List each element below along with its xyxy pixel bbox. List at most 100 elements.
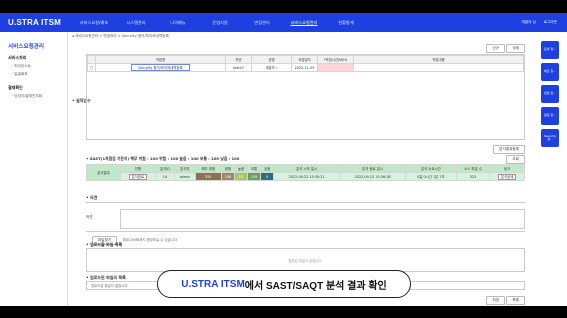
menu-item-service-manage[interactable]: 서비스요청관리 <box>288 20 320 26</box>
sidebar-item-approver[interactable]: · 담당자/결재선조회 <box>12 94 67 99</box>
table-row: 분석완료 14 admin 255 106 15 159 0 2022-09-2… <box>87 172 525 181</box>
sast-col-status: 진행 <box>120 164 156 173</box>
sast-button-bar: 분석결과등록 <box>86 145 525 154</box>
col-header-person: 성명 <box>251 55 292 64</box>
sast-status-cell[interactable]: 분석완료 <box>120 172 156 181</box>
work-table-header: 작업명 차반 성명 작업일자 *작업시간(M/H) 작업내용 <box>87 55 524 64</box>
col-header-date: 작업일자 <box>291 55 318 64</box>
sast-col-end: 분석 종료 일시 <box>339 164 407 173</box>
attach-hint: 최대 20MB까지 첨부하실 수 있습니다. <box>122 238 179 242</box>
quick-tab-change[interactable]: 변경 정... <box>541 85 559 103</box>
sast-col-normal: 보통 <box>246 164 262 173</box>
upload-empty-text: 첨부된 파일이 없습니다. <box>288 258 323 263</box>
sast-table: 분석결과 진행 분석ID 분석자 해무 위험 위험 높음 보통 낮음 분석 시작… <box>86 164 525 181</box>
work-table-panel: 작업명 차반 성명 작업일자 *작업시간(M/H) 작업내용 □ Securit… <box>86 54 525 140</box>
sast-low-cell: 0 <box>260 172 275 181</box>
save-button[interactable]: 저장 <box>486 296 506 305</box>
top-nav: U.STRA ITSM 서비스요청/배포 시스템관리 나의메뉴 운영지원 변경관… <box>0 13 567 32</box>
sast-table-panel: 분석결과 진행 분석ID 분석자 해무 위험 위험 높음 보통 낮음 분석 시작… <box>86 164 525 181</box>
caption-text: 에서 SAST/SAQT 분석 결과 확인 <box>244 280 387 292</box>
sast-col-start: 분석 시작 일시 <box>273 164 341 173</box>
top-button-bar: 신규 삭제 <box>86 44 525 53</box>
table-row: □ Security 점거/보이저내역등록 test07 개발자 ⌕ 2022-… <box>87 63 524 72</box>
sast-start-cell: 2022-09-22 15:35:21 <box>273 172 341 181</box>
col-header-hours: *작업시간(M/H) <box>317 55 354 64</box>
select-col-header <box>87 55 96 64</box>
video-caption: U.STRA ITSM 에서 SAST/SAQT 분석 결과 확인 <box>157 270 411 298</box>
menu-item-stats[interactable]: 현황통계 <box>330 20 362 26</box>
quick-tab-security[interactable]: Security 정... <box>541 129 559 147</box>
menu-item-service-request[interactable]: 서비스요청/배포 <box>78 20 110 26</box>
search-icon[interactable]: ⌕ <box>276 66 278 70</box>
sidebar-group-approval[interactable]: 결재확인 <box>8 85 67 91</box>
person-cell[interactable]: 개발자 ⌕ <box>251 63 292 72</box>
sast-col-link: 링크 <box>489 164 525 173</box>
user-area: 개발자 님 로그아웃 <box>521 20 557 25</box>
main-content: ◂ 서비스요청관리 > 변경처리 > Security 점거/보이저내역등록 신… <box>72 32 525 306</box>
sast-col-crit: 해무 위험 <box>194 164 222 173</box>
uploaded-empty-text: 업로드된 파일이 없습니다. <box>91 284 129 288</box>
delete-button[interactable]: 삭제 <box>506 44 525 53</box>
sast-col-high: 위험 <box>220 164 236 173</box>
opinion-section-label: • 의견 <box>86 195 98 200</box>
opinion-textarea[interactable] <box>120 209 525 229</box>
sast-id-cell: 14 <box>154 172 176 181</box>
sast-crit-cell: 255 <box>194 172 222 181</box>
work-name-input[interactable]: Security 점거/보이저내역등록 <box>95 63 226 72</box>
sast-high-cell: 106 <box>220 172 236 181</box>
opinion-label: 의견 <box>86 215 93 219</box>
sast-end-cell: 2022-09-22 15:36:28 <box>339 172 407 181</box>
row-checkbox[interactable]: □ <box>87 63 96 72</box>
sast-table-header: 분석결과 진행 분석ID 분석자 해무 위험 위험 높음 보통 낮음 분석 시작… <box>86 164 525 181</box>
sidebar-item-process-list[interactable]: · 처리리스트 <box>12 64 67 69</box>
sast-col-analyst: 분석자 <box>174 164 196 173</box>
video-frame: U.STRA ITSM 서비스요청/배포 시스템관리 나의메뉴 운영지원 변경관… <box>0 0 567 318</box>
sidebar-title: 서비스요청관리 <box>8 44 45 50</box>
date-cell[interactable]: 2022-11-09 <box>291 63 318 72</box>
user-name[interactable]: 개발자 님 <box>521 20 535 25</box>
sast-col-medium: 높음 <box>234 164 248 173</box>
sast-detail-link[interactable]: 분석상세 <box>489 172 525 181</box>
seq-cell[interactable]: test07 <box>225 63 252 72</box>
list-button[interactable]: 목록 <box>506 296 525 305</box>
app-screen: U.STRA ITSM 서비스요청/배포 시스템관리 나의메뉴 운영지원 변경관… <box>0 13 567 306</box>
attach-panel: 파일찾기 최대 20MB까지 첨부하실 수 있습니다. <box>86 231 525 245</box>
menu-item-ops-support[interactable]: 운영지원 <box>204 20 236 26</box>
sast-normal-cell: 159 <box>246 172 262 181</box>
sast-analyst-cell: admin <box>174 172 196 181</box>
col-header-seq: 차반 <box>225 55 252 64</box>
new-button[interactable]: 신규 <box>486 44 506 53</box>
logout-link[interactable]: 로그아웃 <box>544 20 557 25</box>
sast-status-bar: 조회 <box>86 155 525 164</box>
sidebar-item-bulk-deploy[interactable]: · 일괄배포 <box>12 72 67 77</box>
quick-tab-check[interactable]: 점검 정... <box>541 107 559 125</box>
sast-col-low: 낮음 <box>260 164 275 173</box>
menu-item-system[interactable]: 시스템관리 <box>120 20 152 26</box>
opinion-panel: 의견 <box>86 202 525 229</box>
sast-row-label: 분석결과 <box>86 164 121 181</box>
sast-col-id: 분석ID <box>154 164 176 173</box>
upload-drop-area[interactable]: 첨부된 파일이 없습니다. <box>86 248 525 272</box>
work-table: 작업명 차반 성명 작업일자 *작업시간(M/H) 작업내용 □ Securit… <box>87 55 524 72</box>
col-header-content: 작업내용 <box>353 55 524 64</box>
main-menu: 서비스요청/배포 시스템관리 나의메뉴 운영지원 변경관리 서비스요청관리 현황… <box>78 20 521 26</box>
content-input[interactable] <box>353 63 524 72</box>
status-button[interactable]: 조회 <box>506 155 525 164</box>
right-quick-tabs: 운영 정... 배포 정... 변경 정... 점검 정... Security… <box>541 41 559 151</box>
register-result-button[interactable]: 분석결과등록 <box>493 145 525 154</box>
menu-item-change[interactable]: 변경관리 <box>246 20 278 26</box>
app-logo[interactable]: U.STRA ITSM <box>8 18 78 27</box>
caption-highlight: U.STRA ITSM <box>181 278 245 290</box>
quick-tab-deploy[interactable]: 배포 정... <box>541 63 559 81</box>
menu-item-my-menu[interactable]: 나의메뉴 <box>162 20 194 26</box>
sast-col-files: 소스 파일 수 <box>455 164 491 173</box>
quick-tab-ops[interactable]: 운영 정... <box>541 41 559 59</box>
sast-duration-cell: 0일 0시간 1분 7초 <box>405 172 457 181</box>
sast-col-duration: 분석 소요시간 <box>405 164 457 173</box>
sast-medium-cell: 15 <box>234 172 248 181</box>
sast-files-cell: 323 <box>455 172 491 181</box>
col-header-name: 작업명 <box>95 55 226 64</box>
hours-input[interactable] <box>317 63 354 72</box>
sidebar-group-service[interactable]: 서비스처리 <box>8 55 67 61</box>
sidebar: 서비스요청관리 서비스처리 · 처리리스트 · 일괄배포 결재확인 · 담당자/… <box>0 32 68 306</box>
